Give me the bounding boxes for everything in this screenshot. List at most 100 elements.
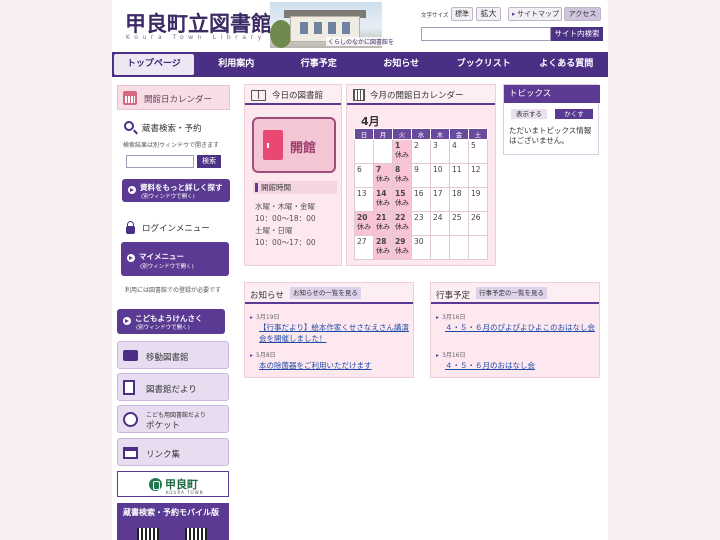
access-link[interactable]: アクセス (564, 7, 601, 21)
mobile-library-link[interactable]: 移動図書館 (117, 341, 229, 369)
calendar-day (430, 235, 450, 260)
day-number: 1 (395, 141, 401, 150)
calendar-day: 22 休み (392, 211, 412, 236)
login-menu-title: ログインメニュー (142, 224, 210, 234)
news-panel: お知らせ お知らせの一覧を見る 3月19日 【行事だより】絵本作家くせさなえさん… (244, 282, 414, 378)
closed-label: 休み (395, 247, 409, 255)
catalog-search-button[interactable]: 検索 (197, 155, 221, 168)
news-link[interactable]: 【行事だより】絵本作家くせさなえさん講演会を開催しました！ (259, 322, 409, 344)
sitemap-link[interactable]: サイトマップ (508, 7, 562, 21)
day-number: 27 (357, 237, 367, 246)
calendar-icon (353, 89, 365, 101)
weekday-header: 土 (468, 128, 488, 140)
search-icon (124, 121, 134, 131)
arrow-icon (123, 317, 131, 325)
calendar-day: 7 休み (373, 163, 393, 188)
calendar-day: 26 (468, 211, 488, 236)
day-number: 18 (452, 189, 462, 198)
news-link[interactable]: 本の除菌器をご利用いただけます (259, 360, 409, 371)
today-title: 今日の図書館 (272, 91, 324, 101)
calendar-day: 30 (411, 235, 431, 260)
event-link[interactable]: ４・５・６月のぴよぴよひよこのおはなし会 (445, 322, 595, 333)
calendar-title: 今月の開館日カレンダー (370, 91, 464, 101)
calendar-day: 25 (449, 211, 469, 236)
bus-icon (123, 350, 138, 361)
global-nav: トップページ 利用案内 行事予定 お知らせ ブックリスト よくある質問 (112, 52, 608, 77)
catalog-search-input[interactable] (126, 155, 194, 168)
arrow-icon (128, 186, 136, 194)
topics-panel: トピックス 表示する かくす ただいまトピックス情報はございません。 (503, 84, 600, 155)
calendar-day: 23 (411, 211, 431, 236)
book-icon (251, 90, 266, 101)
topics-hide-button[interactable]: かくす (555, 109, 593, 119)
links-page-link[interactable]: リンク集 (117, 438, 229, 466)
nav-faq[interactable]: よくある質問 (527, 54, 607, 75)
calendar-day: 29 休み (392, 235, 412, 260)
arrow-icon (127, 254, 135, 262)
calendar-day: 6 (354, 163, 374, 188)
day-number: 29 (395, 237, 406, 246)
nav-top[interactable]: トップページ (114, 54, 194, 75)
nav-news[interactable]: お知らせ (362, 54, 442, 75)
koura-town-banner[interactable]: 甲良町 KOURA TOWN (117, 471, 229, 497)
calendar-header: 今月の開館日カレンダー (347, 85, 495, 105)
detail-search-button[interactable]: 資料をもっと詳しく探す (別ウィンドウで開く) (122, 179, 230, 202)
day-number: 13 (357, 189, 367, 198)
topics-text: ただいまトピックス情報はございません。 (509, 126, 592, 145)
nav-booklist[interactable]: ブックリスト (444, 54, 524, 75)
my-menu-button[interactable]: マイメニュー (別ウィンドウで開く) (121, 242, 229, 276)
calendar-day: 3 (430, 139, 450, 164)
calendar-link[interactable]: 開館日カレンダー (117, 85, 230, 110)
pocket-link[interactable]: こども用図書館だより ポケット (117, 405, 229, 433)
day-number: 20 (357, 213, 368, 222)
kids-search-button[interactable]: こどもようけんさく (別ウィンドウで開く) (117, 309, 225, 334)
closed-label: 休み (376, 175, 390, 183)
open-status-badge: 開館 (252, 117, 336, 173)
town-banner-sub: KOURA TOWN (166, 490, 204, 495)
hours-time-1: 10：00〜18：00 (255, 214, 316, 223)
calendar-day: 19 (468, 187, 488, 212)
calendar-day: 8 休み (392, 163, 412, 188)
day-number: 7 (376, 165, 382, 174)
closed-label: 休み (376, 199, 390, 207)
closed-label: 休み (376, 247, 390, 255)
news-header: お知らせ お知らせの一覧を見る (245, 283, 413, 304)
day-number: 30 (414, 237, 424, 246)
header: 甲良町立図書館 Koura Town Library くらしのなかに図書館を 文… (112, 0, 608, 52)
today-header: 今日の図書館 (245, 85, 341, 105)
topics-show-button[interactable]: 表示する (511, 109, 547, 119)
font-size-label: 文字サイズ (421, 13, 449, 19)
day-number: 26 (471, 213, 481, 222)
nav-guide[interactable]: 利用案内 (197, 54, 277, 75)
site-search-input[interactable] (421, 27, 551, 41)
hours-title: 開館時間 (253, 181, 337, 194)
door-icon (263, 130, 283, 160)
pocket-sublabel: こども用図書館だより (146, 412, 206, 419)
site-search-button[interactable]: サイト内検索 (551, 27, 603, 41)
calendar-day: 18 (449, 187, 469, 212)
login-note: 利用には図書館での登録が必要です (125, 287, 222, 294)
site-logo-subtitle: Koura Town Library (126, 34, 266, 41)
mobile-library-label: 移動図書館 (146, 353, 189, 363)
closed-label: 休み (395, 223, 409, 231)
events-more-button[interactable]: 行事予定の一覧を見る (476, 287, 547, 299)
day-number: 23 (414, 213, 424, 222)
newsletter-link[interactable]: 図書館だより (117, 373, 229, 401)
day-number: 3 (433, 141, 438, 150)
news-more-button[interactable]: お知らせの一覧を見る (290, 287, 361, 299)
closed-label: 休み (395, 175, 409, 183)
day-number: 10 (433, 165, 443, 174)
events-panel: 行事予定 行事予定の一覧を見る 3月16日 ４・５・６月のぴよぴよひよこのおはな… (430, 282, 600, 378)
day-number: 17 (433, 189, 443, 198)
font-large-button[interactable]: 拡大 (476, 7, 501, 21)
calendar-day (354, 139, 374, 164)
calendar-panel: 今月の開館日カレンダー 4月 日月火水木金土 1 休み 2 3 4 5 6 7 休み 8 休み 9 10… (346, 84, 496, 266)
event-link[interactable]: ４・５・６月のおはなし会 (445, 360, 595, 371)
calendar-day: 2 (411, 139, 431, 164)
calendar-icon (123, 91, 137, 105)
calendar-day: 15 休み (392, 187, 412, 212)
nav-events[interactable]: 行事予定 (279, 54, 359, 75)
day-number: 14 (376, 189, 387, 198)
font-standard-button[interactable]: 標準 (451, 7, 473, 21)
mobile-version-title: 蔵書検索・予約モバイル版 (123, 508, 219, 517)
